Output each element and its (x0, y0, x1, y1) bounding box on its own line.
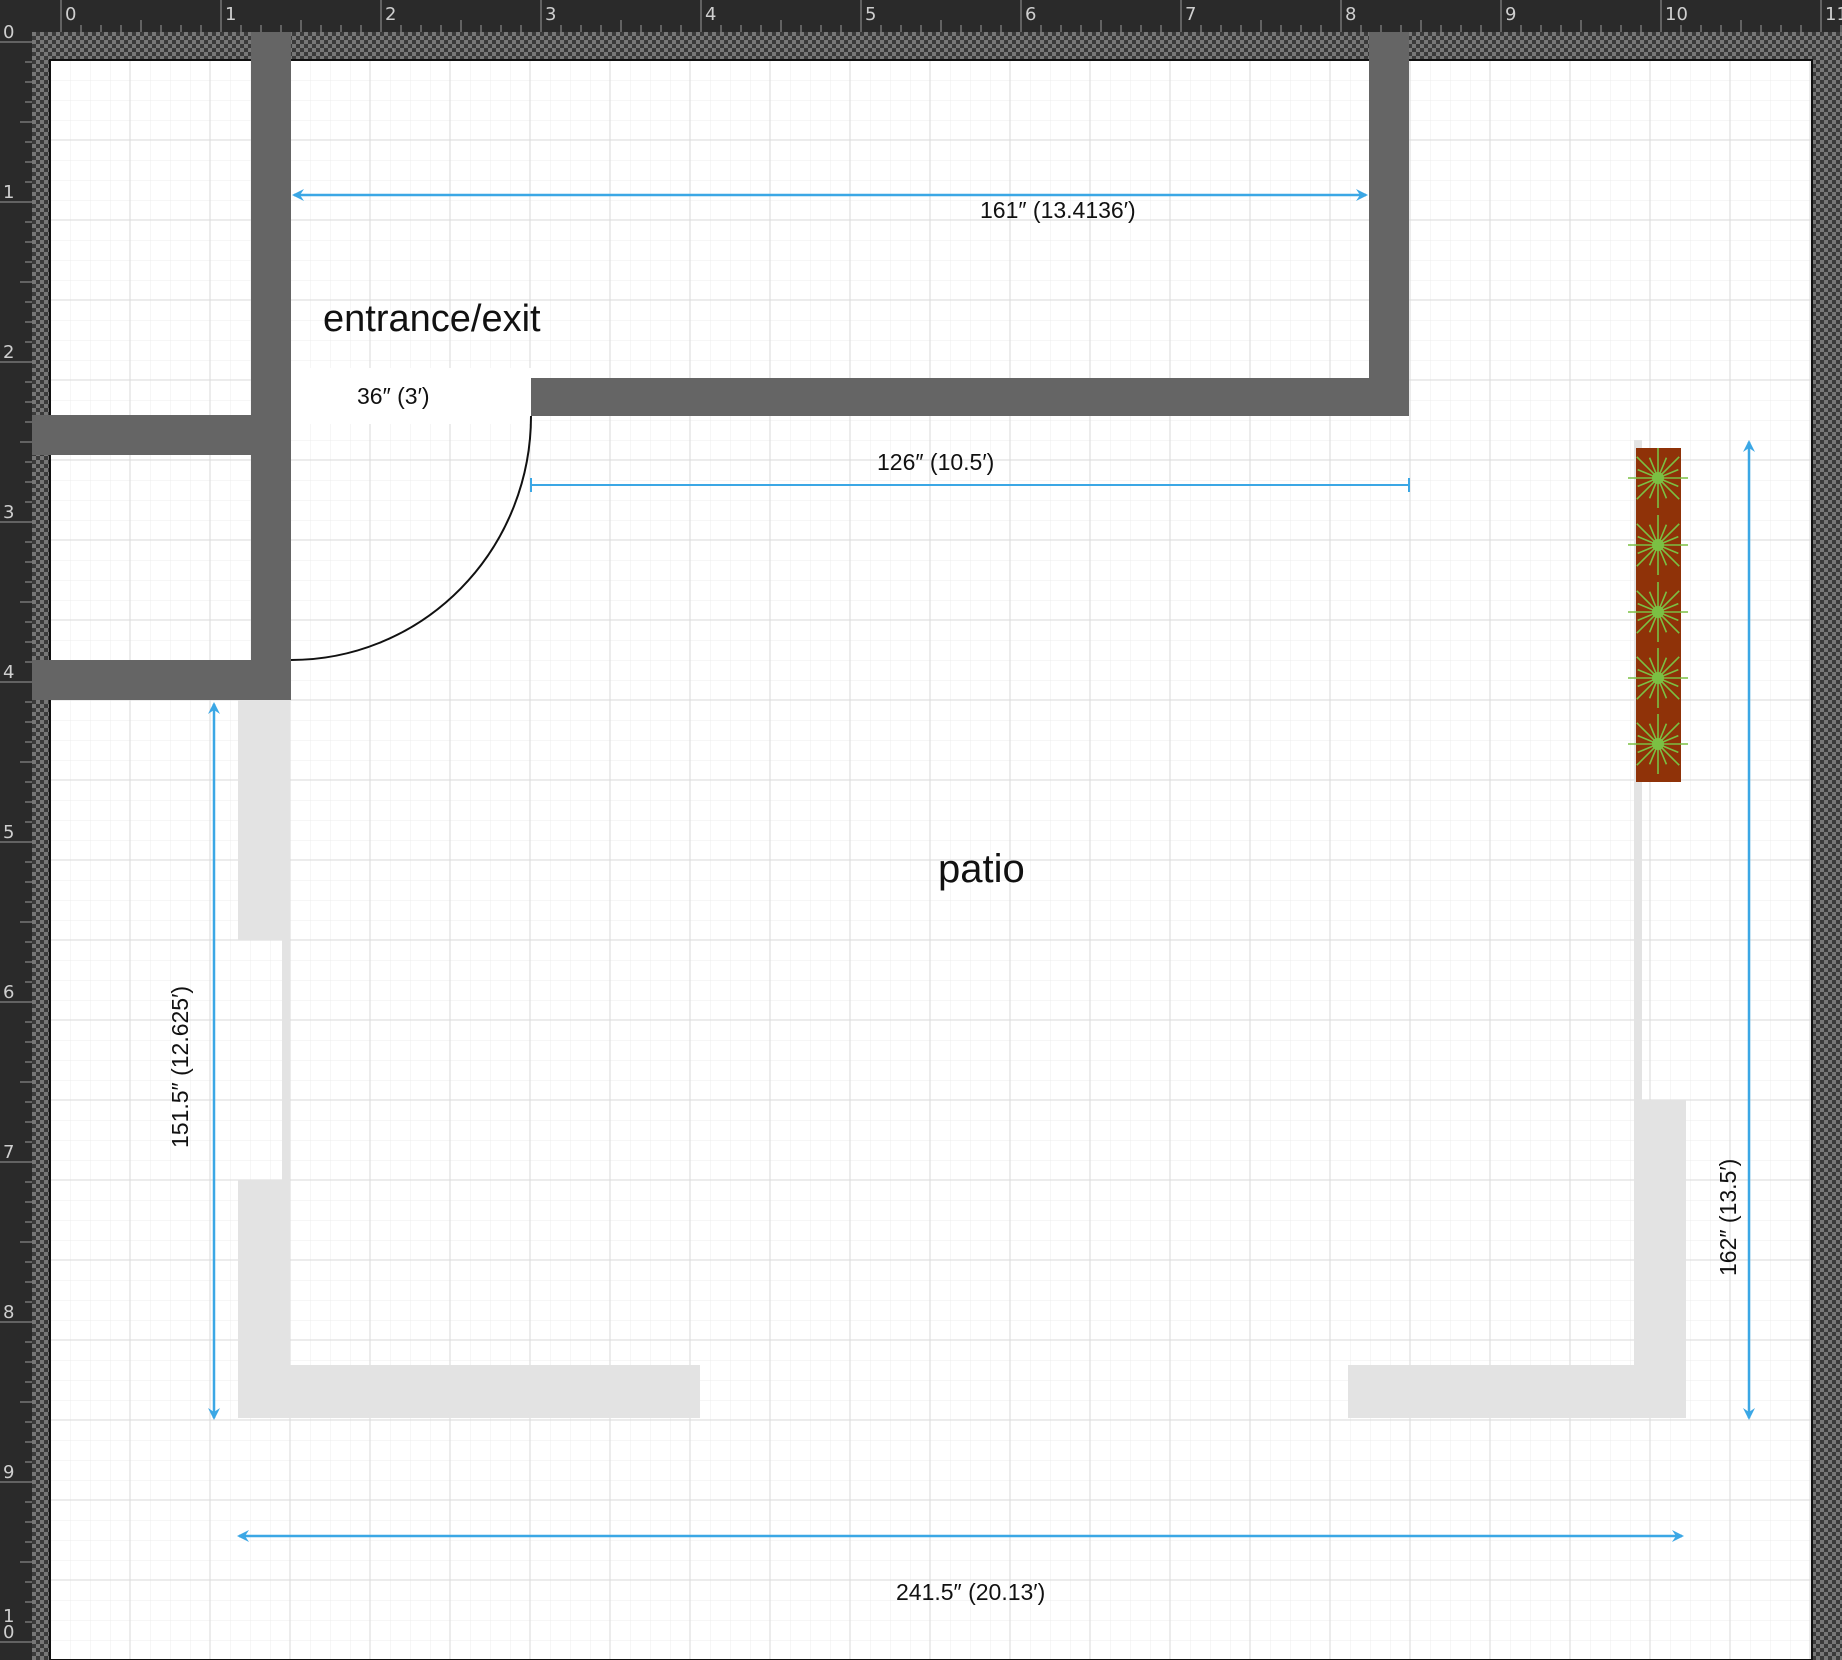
ruler-label-v: 3 (3, 502, 14, 523)
wall-right-vertical (1369, 60, 1409, 416)
ruler-label-v: 0 (3, 22, 14, 43)
wall-left-vertical (251, 60, 291, 700)
plant-icon (1628, 582, 1688, 642)
fence-right-lower (1634, 1100, 1686, 1418)
dim-left-height-label: 151.5″ (12.625′) (167, 986, 193, 1148)
plant-icon (1628, 448, 1688, 508)
ruler-label-v: 2 (3, 342, 14, 363)
ruler-label-h: 3 (545, 4, 556, 25)
ruler-label-h: 2 (385, 4, 396, 25)
ruler-label-v: 0 (3, 1622, 14, 1643)
ruler-label-v: 1 (3, 182, 14, 203)
plant-icon (1628, 648, 1688, 708)
patio-label: patio (938, 847, 1025, 891)
wall-checker-top-b (1369, 32, 1409, 60)
wall-side-lower (32, 660, 291, 700)
dim-top-wall-label: 161″ (13.4136′) (980, 197, 1136, 223)
door-width-label: 36″ (3′) (357, 383, 430, 409)
ruler-label-v: 7 (3, 1142, 14, 1163)
plant-icon (1628, 515, 1688, 575)
fence-left-upper (238, 700, 290, 940)
ruler-label-h: 11 (1825, 4, 1842, 25)
ruler-label-v: 9 (3, 1462, 14, 1483)
ruler-label-v: 8 (3, 1302, 14, 1323)
ruler-label-h: 10 (1665, 4, 1688, 25)
floor-plan-canvas[interactable]: 36″ (3′) 161″ (13.4136′) 126″ (10.5′) 15… (32, 32, 1842, 1660)
dim-inner-wall-label: 126″ (10.5′) (877, 449, 994, 475)
plant-icon (1628, 714, 1688, 774)
vertical-ruler[interactable]: 012345678910 (0, 0, 32, 1660)
ruler-label-h: 5 (865, 4, 876, 25)
horizontal-ruler[interactable]: 0 1 2 3 4 5 6 7 8 9 10 11 (0, 0, 1842, 32)
ruler-label-v: 6 (3, 982, 14, 1003)
ruler-label-h: 9 (1505, 4, 1516, 25)
ruler-label-h: 7 (1185, 4, 1196, 25)
entrance-label: entrance/exit (323, 298, 541, 340)
grid-major (50, 60, 1812, 1660)
ruler-label-h: 6 (1025, 4, 1036, 25)
dim-right-height-label: 162″ (13.5′) (1715, 1159, 1741, 1276)
artboard-border-top (32, 32, 1842, 60)
ruler-label-h: 1 (225, 4, 236, 25)
ruler-label-h: 4 (705, 4, 716, 25)
artboard-border-right (1812, 32, 1842, 1660)
wall-inner-horizontal (531, 378, 1409, 416)
dim-bottom-width-label: 241.5″ (20.13′) (896, 1579, 1045, 1605)
ruler-label-h: 8 (1345, 4, 1356, 25)
ruler-label-v: 4 (3, 662, 14, 683)
planter[interactable] (1628, 448, 1688, 782)
wall-checker-top-a (251, 32, 291, 60)
wall-side-upper (32, 415, 291, 455)
ruler-label-h: 0 (65, 4, 76, 25)
fence-left-thin (282, 940, 290, 1180)
artboard-border-left (32, 32, 50, 1660)
ruler-label-v: 5 (3, 822, 14, 843)
fence-bottom-left (238, 1365, 700, 1418)
